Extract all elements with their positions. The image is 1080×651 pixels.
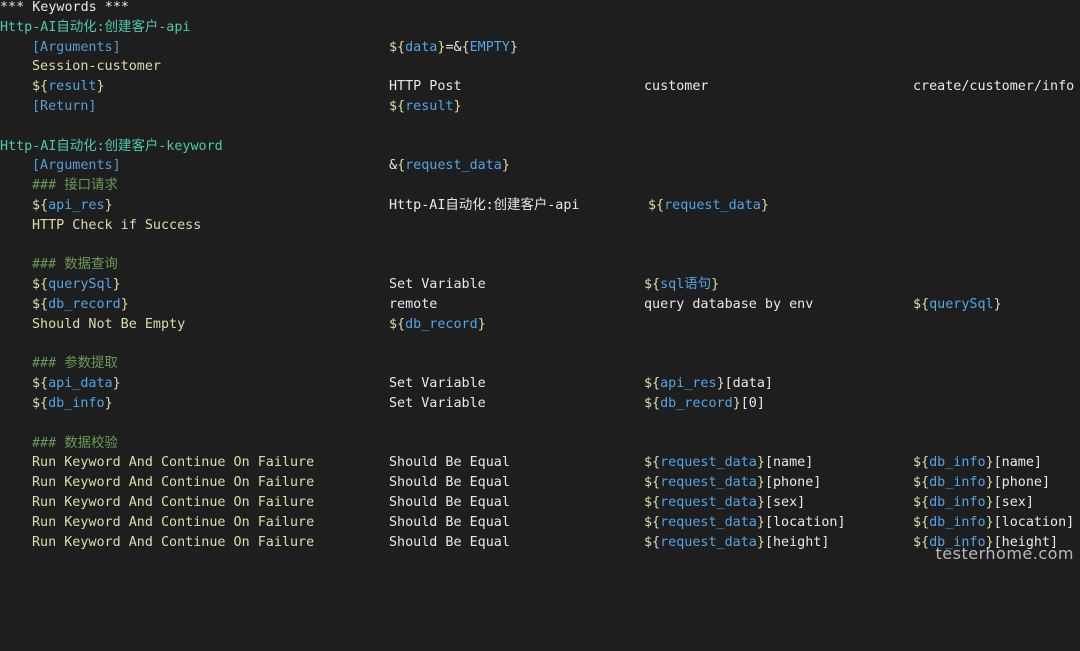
code-line: ### 数据查询 [0,255,1080,275]
keyword-call: Set Variable [389,376,486,392]
keyword-call: Run Keyword And Continue On Failure [32,455,315,471]
keyword-definition: Http-AI自动化:创建客户-keyword [0,138,223,154]
keyword-call: Should Be Equal [389,514,510,530]
code-line: *** Keywords *** [0,0,1080,18]
keyword-call: remote [389,297,438,312]
code-line: Session-customer [0,57,1080,77]
argument: query database by env [644,297,814,312]
keyword-call: Session-customer [32,59,161,75]
variable: ${db_info}[sex] [913,495,1034,510]
variable: ${db_info}[location] [913,514,1075,530]
keyword-call: Should Be Equal [389,534,510,550]
keyword-call: Should Be Equal [389,495,510,510]
code-line: ${db_info} Set Variable ${db_record}[0] [0,394,1080,414]
comment: ### 数据校验 [32,435,118,451]
variable: ${result} [32,79,105,95]
variable: ${querySql} [32,277,121,293]
code-line: [Return] ${result} [0,97,1080,117]
variable: ${request_data}[name] [644,455,814,471]
variable: ${querySql} [913,297,1002,312]
argument: create/customer/info [913,79,1075,95]
variable: ${request_data} [648,198,769,213]
code-line: Run Keyword And Continue On Failure Shou… [0,453,1080,473]
keyword-call: Should Be Equal [389,455,510,471]
keyword-call: HTTP Post [389,79,462,95]
keyword-call: Http-AI自动化:创建客户-api [389,198,580,213]
variable: ${api_res}[data] [644,376,773,392]
arguments-setting: [Arguments] [32,158,121,174]
variable: ${sql语句} [644,277,720,293]
comment: ### 参数提取 [32,356,118,372]
return-setting: [Return] [32,99,97,114]
code-line: Run Keyword And Continue On Failure Shou… [0,533,1080,553]
arguments-setting: [Arguments] [32,39,121,55]
variable: ${db_info}[phone] [913,475,1051,491]
code-line: Should Not Be Empty ${db_record} [0,315,1080,335]
watermark: testerhome.com [935,544,1074,563]
keyword-call: Run Keyword And Continue On Failure [32,495,315,510]
dict-variable: &{request_data} [389,158,510,174]
code-line: ${api_res} Http-AI自动化:创建客户-api ${request… [0,196,1080,216]
keyword-definition: Http-AI自动化:创建客户-api [0,19,191,35]
section-header: *** Keywords *** [0,0,129,15]
keyword-call: Set Variable [389,396,486,411]
code-line: Run Keyword And Continue On Failure Shou… [0,473,1080,493]
keyword-call: Set Variable [389,277,486,293]
variable: ${db_record}[0] [644,396,765,411]
code-line: Http-AI自动化:创建客户-keyword [0,137,1080,157]
keyword-call: HTTP Check if Success [32,217,202,233]
code-line: ### 参数提取 [0,354,1080,374]
argument-default: ${data}=&{EMPTY} [389,39,518,55]
variable: ${result} [389,99,462,114]
variable: ${request_data}[height] [644,534,830,550]
code-line: [Arguments] &{request_data} [0,156,1080,176]
variable: ${api_res} [32,198,113,213]
code-line: Http-AI自动化:创建客户-api [0,18,1080,38]
code-line: Run Keyword And Continue On Failure Shou… [0,513,1080,533]
code-editor[interactable]: *** Keywords *** Http-AI自动化:创建客户-api [Ar… [0,0,1080,571]
code-line: ${api_data} Set Variable ${api_res}[data… [0,374,1080,394]
code-line: ### 接口请求 [0,176,1080,196]
variable: ${request_data}[phone] [644,475,822,491]
keyword-call: Should Be Equal [389,475,510,491]
comment: ### 数据查询 [32,257,118,273]
comment: ### 接口请求 [32,178,118,194]
variable: ${db_info}[name] [913,455,1042,471]
variable: ${request_data}[location] [644,514,846,530]
keyword-call: Run Keyword And Continue On Failure [32,534,315,550]
keyword-call: Run Keyword And Continue On Failure [32,514,315,530]
code-line: HTTP Check if Success [0,216,1080,236]
code-line: ${db_record} remote query database by en… [0,295,1080,315]
variable: ${api_data} [32,376,121,392]
code-line: ${querySql} Set Variable ${sql语句} [0,275,1080,295]
keyword-call: Run Keyword And Continue On Failure [32,475,315,491]
code-line: [Arguments] ${data}=&{EMPTY} [0,38,1080,58]
variable: ${db_record} [32,297,129,312]
variable: ${request_data}[sex] [644,495,806,510]
code-line: Run Keyword And Continue On Failure Shou… [0,493,1080,513]
variable: ${db_record} [389,316,486,332]
argument: customer [644,79,709,95]
code-line: ${result} HTTP Post customer create/cust… [0,77,1080,97]
variable: ${db_info} [32,396,113,411]
code-line: ### 数据校验 [0,434,1080,454]
keyword-call: Should Not Be Empty [32,316,186,332]
